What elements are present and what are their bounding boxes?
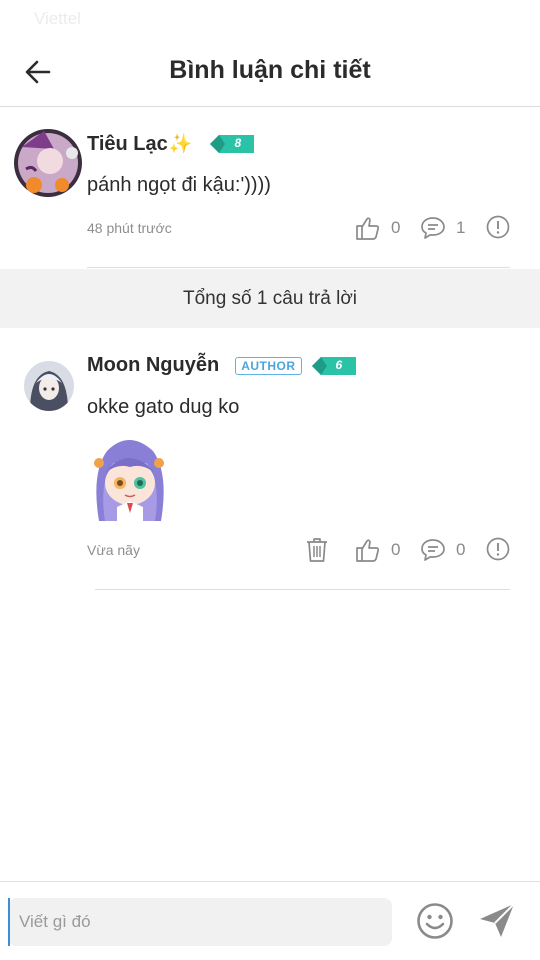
comment-time: 48 phút trước: [87, 220, 172, 236]
divider: [87, 267, 510, 268]
replies-summary: Tổng số 1 câu trả lời: [0, 269, 540, 328]
replies-summary-text: Tổng số 1 câu trả lời: [182, 287, 358, 309]
like-button[interactable]: 0: [355, 215, 400, 241]
carrier-name: Viettel: [34, 9, 81, 28]
smiley-icon: [417, 903, 453, 939]
alert-circle-icon: [486, 215, 510, 239]
comment-icon: [421, 539, 445, 561]
report-button[interactable]: [486, 537, 510, 561]
reply-button[interactable]: 1: [420, 215, 465, 241]
reply-count: 1: [456, 218, 466, 237]
author-name[interactable]: Tiêu Lạc: [87, 133, 168, 156]
reply-comment: Moon Nguyễn AUTHOR 6 okke gato dug ko Vừ…: [0, 328, 540, 592]
status-bar: Viettel: [0, 0, 540, 40]
name-row: Tiêu Lạc ✨ 8: [87, 132, 255, 156]
emoji-button[interactable]: [416, 902, 454, 940]
send-button[interactable]: [477, 902, 517, 940]
level-number: 8: [234, 136, 242, 150]
divider: [95, 589, 510, 590]
sticker-image: [87, 433, 171, 523]
like-count: 0: [391, 540, 401, 559]
reply-count: 0: [456, 540, 466, 559]
parent-comment: Tiêu Lạc ✨ 8 pánh ngọt đi kậu:')))) 48 p…: [0, 107, 540, 269]
avatar[interactable]: [14, 129, 82, 197]
send-icon: [480, 903, 515, 937]
like-button[interactable]: 0: [355, 537, 400, 563]
like-count: 0: [391, 218, 401, 237]
comment-time: Vừa nãy: [87, 542, 140, 558]
level-number: 6: [335, 357, 343, 372]
alert-circle-icon: [486, 537, 510, 561]
comment-composer: [0, 881, 540, 960]
sparkle-emoji: ✨: [168, 134, 193, 155]
delete-button[interactable]: [305, 537, 329, 563]
reply-button[interactable]: 0: [420, 537, 465, 563]
page-title: Bình luận chi tiết: [169, 56, 371, 84]
level-badge: 8: [210, 135, 255, 153]
comment-text: pánh ngọt đi kậu:')))): [87, 174, 271, 196]
comment-icon: [421, 217, 445, 239]
avatar[interactable]: [24, 361, 74, 411]
thumbs-up-icon: [356, 539, 380, 562]
report-button[interactable]: [486, 215, 510, 239]
trash-icon: [307, 538, 327, 562]
comment-input-box: [8, 898, 392, 946]
author-name[interactable]: Moon Nguyễn: [87, 354, 219, 377]
comment-text: okke gato dug ko: [87, 396, 240, 418]
thumbs-up-icon: [356, 217, 380, 240]
comment-input[interactable]: [8, 898, 392, 946]
app-bar: Bình luận chi tiết: [0, 40, 540, 107]
level-badge: 6: [311, 356, 356, 375]
name-row: Moon Nguyễn AUTHOR 6: [87, 354, 356, 377]
author-badge: AUTHOR: [235, 356, 302, 375]
